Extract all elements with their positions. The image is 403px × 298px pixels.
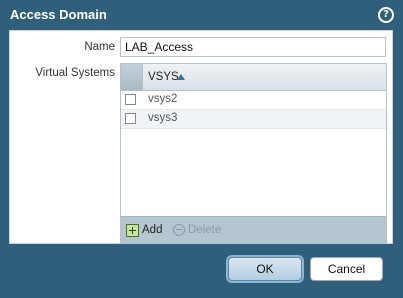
- dialog-titlebar: Access Domain ?: [0, 0, 403, 30]
- row-vsys-name: vsys3: [148, 112, 178, 124]
- name-input[interactable]: [120, 37, 386, 57]
- table-row[interactable]: vsys3: [121, 110, 386, 129]
- ok-button[interactable]: OK: [228, 257, 302, 281]
- grid-toolbar: Add Delete: [121, 216, 386, 243]
- vsys-grid: VSYS vsys2 vsys3 Add Delete: [120, 63, 387, 244]
- add-icon: [126, 223, 139, 237]
- add-label: Add: [142, 224, 163, 236]
- access-domain-dialog: Access Domain ? Name Virtual Systems VSY…: [0, 0, 403, 298]
- row-vsys-name: vsys2: [148, 93, 178, 105]
- vsys-column-header[interactable]: VSYS: [148, 71, 179, 83]
- select-all-column[interactable]: [121, 64, 143, 90]
- grid-header: VSYS: [121, 64, 386, 91]
- help-icon[interactable]: ?: [378, 7, 394, 23]
- sort-ascending-icon: [177, 74, 185, 80]
- table-row[interactable]: vsys2: [121, 91, 386, 110]
- delete-label: Delete: [188, 224, 222, 236]
- virtual-systems-label: Virtual Systems: [35, 67, 115, 79]
- add-button[interactable]: Add: [126, 222, 162, 238]
- help-glyph: ?: [380, 9, 392, 21]
- dialog-title: Access Domain: [10, 7, 107, 22]
- name-label: Name: [84, 41, 115, 53]
- delete-icon: [173, 224, 185, 236]
- delete-button[interactable]: Delete: [173, 222, 221, 238]
- dialog-footer: OK Cancel: [0, 244, 403, 298]
- cancel-button[interactable]: Cancel: [310, 257, 383, 281]
- dialog-body: Name Virtual Systems VSYS vsys2 vsys3 Ad…: [9, 30, 393, 244]
- row-checkbox[interactable]: [125, 94, 136, 105]
- row-checkbox[interactable]: [125, 113, 136, 124]
